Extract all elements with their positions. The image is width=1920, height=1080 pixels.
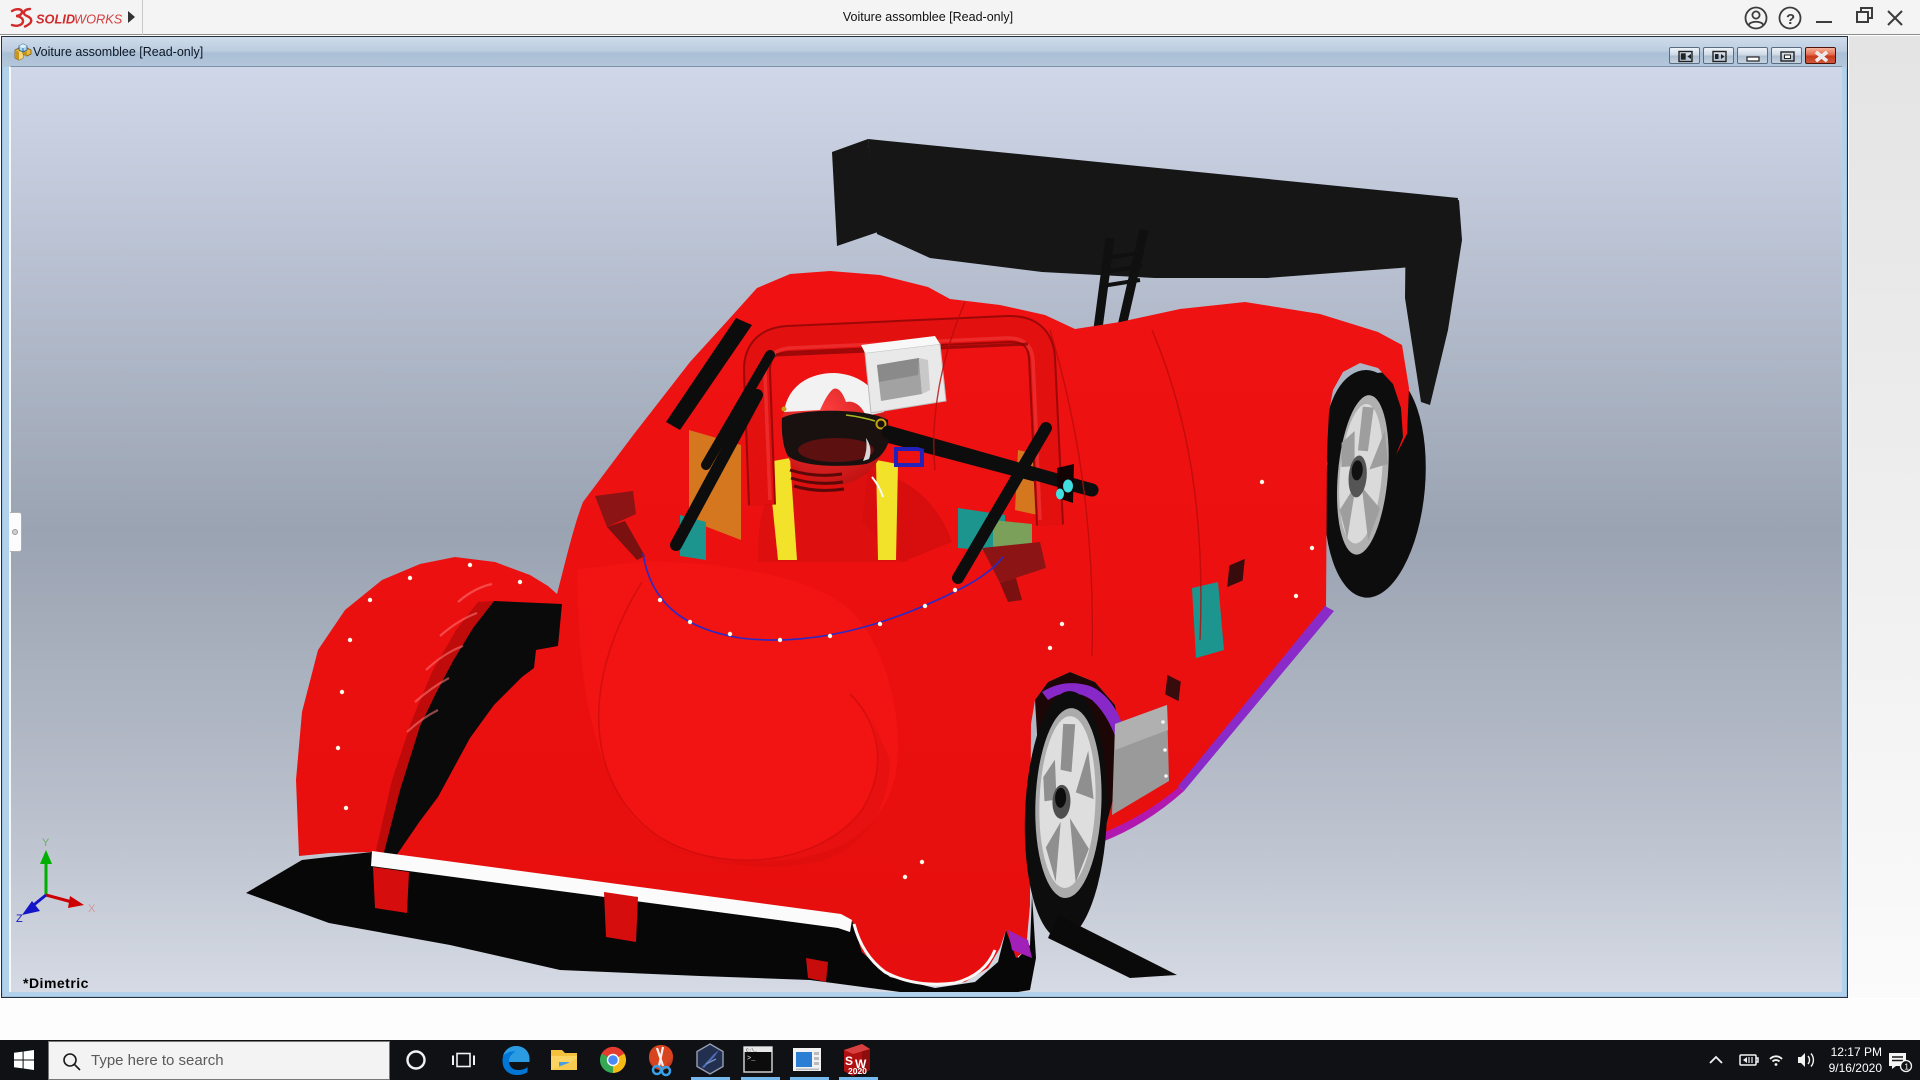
svg-text:X: X <box>88 903 96 915</box>
svg-text:?: ? <box>1786 11 1795 28</box>
svg-text:1: 1 <box>1904 1062 1909 1072</box>
svg-text:>_: >_ <box>747 1055 756 1063</box>
svg-text:Z: Z <box>16 913 23 925</box>
svg-text:2020: 2020 <box>848 1066 867 1076</box>
svg-text:Y: Y <box>42 837 50 849</box>
svg-text:C:\_: C:\_ <box>746 1048 757 1054</box>
